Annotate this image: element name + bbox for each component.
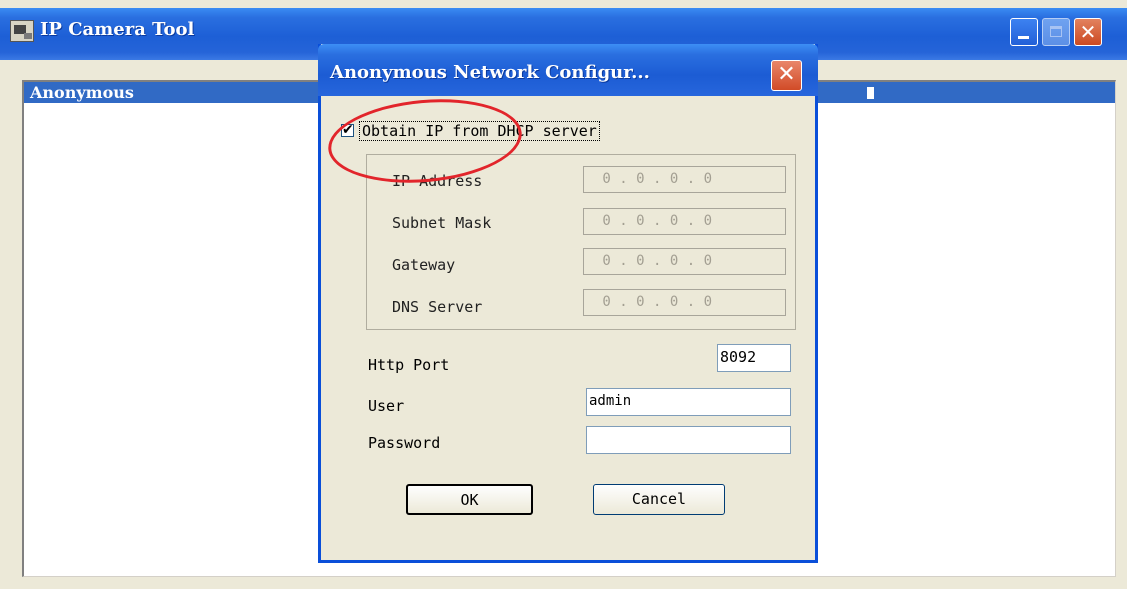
network-config-dialog: Anonymous Network Configur... ✕ ✔ Obtain… bbox=[318, 44, 818, 563]
user-input[interactable]: admin bbox=[586, 388, 791, 416]
dialog-title: Anonymous Network Configur... bbox=[330, 62, 650, 83]
list-item-name: Anonymous bbox=[30, 83, 134, 102]
subnet-mask-field[interactable]: 0 . 0 . 0 . 0 bbox=[583, 208, 786, 235]
gateway-field[interactable]: 0 . 0 . 0 . 0 bbox=[583, 248, 786, 275]
checkmark-icon: ✔ bbox=[342, 122, 354, 138]
dialog-titlebar[interactable]: Anonymous Network Configur... ✕ bbox=[318, 44, 818, 96]
ok-button[interactable]: OK bbox=[406, 484, 533, 515]
maximize-button[interactable] bbox=[1042, 18, 1070, 46]
http-port-label: Http Port bbox=[368, 356, 450, 374]
ip-address-field[interactable]: 0 . 0 . 0 . 0 bbox=[583, 166, 786, 193]
ip-address-label: IP Address bbox=[392, 172, 483, 190]
minimize-button[interactable] bbox=[1010, 18, 1038, 46]
dns-server-field[interactable]: 0 . 0 . 0 . 0 bbox=[583, 289, 786, 316]
subnet-mask-label: Subnet Mask bbox=[392, 214, 492, 232]
dialog-close-button[interactable]: ✕ bbox=[771, 60, 802, 91]
password-input[interactable] bbox=[586, 426, 791, 454]
dhcp-checkbox-label[interactable]: Obtain IP from DHCP server bbox=[359, 121, 600, 141]
close-icon: ✕ bbox=[1079, 20, 1097, 44]
main-close-button[interactable]: ✕ bbox=[1074, 18, 1102, 46]
gateway-label: Gateway bbox=[392, 256, 456, 274]
cancel-button[interactable]: Cancel bbox=[593, 484, 725, 515]
close-icon: ✕ bbox=[777, 62, 796, 87]
http-port-input[interactable]: 8092 bbox=[717, 344, 791, 372]
list-item-column-marker bbox=[867, 87, 874, 99]
ip-settings-group: IP Address 0 . 0 . 0 . 0 Subnet Mask 0 .… bbox=[366, 154, 796, 330]
dns-server-label: DNS Server bbox=[392, 298, 483, 316]
main-window-title: IP Camera Tool bbox=[40, 19, 195, 40]
camera-app-icon bbox=[10, 20, 34, 42]
password-label: Password bbox=[368, 434, 441, 452]
dhcp-checkbox[interactable]: ✔ bbox=[341, 122, 354, 138]
user-label: User bbox=[368, 397, 405, 415]
